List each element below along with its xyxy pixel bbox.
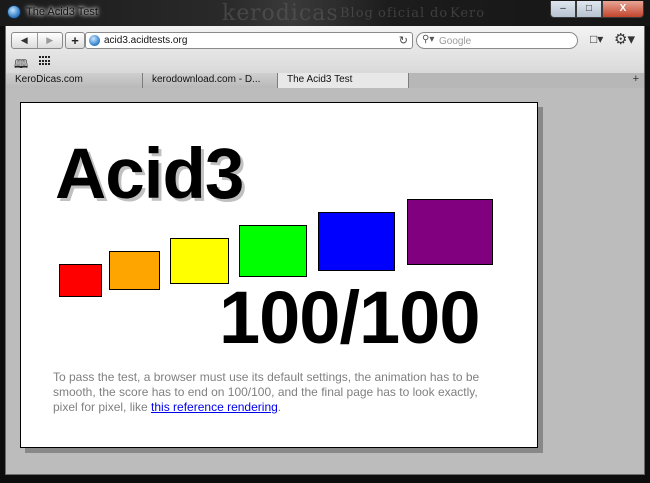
background-word: do xyxy=(430,6,449,21)
acid3-page: Acid3 100/100 To pass the test, a browse… xyxy=(20,102,538,448)
maximize-button[interactable]: □ xyxy=(576,1,602,18)
background-word: Kero xyxy=(450,6,486,21)
search-icon[interactable]: ⚲▾ xyxy=(422,34,434,45)
back-button[interactable]: ◀ xyxy=(12,33,37,48)
description-end: . xyxy=(277,400,282,414)
minimize-button[interactable]: ‒ xyxy=(550,1,576,18)
browser-toolbar: ◀ ▶ + acid3.acidtests.org ↻ ⚲▾ □▾ ⚙▾ 🕮 xyxy=(5,26,645,73)
background-word: ke xyxy=(222,1,251,26)
url-text[interactable]: acid3.acidtests.org xyxy=(104,35,187,46)
globe-icon xyxy=(89,35,100,46)
search-bar[interactable]: ⚲▾ xyxy=(416,32,578,49)
reference-rendering-link[interactable]: this reference rendering xyxy=(151,400,278,414)
address-bar[interactable]: acid3.acidtests.org ↻ xyxy=(85,32,413,49)
add-bookmark-button[interactable]: + xyxy=(65,32,85,49)
reload-icon[interactable]: ↻ xyxy=(399,34,408,47)
gear-icon[interactable]: ⚙▾ xyxy=(614,30,635,48)
acid3-score: 100/100 xyxy=(219,276,480,359)
background-word: oficial xyxy=(378,6,426,21)
test-box-red xyxy=(59,264,102,297)
acid3-description: To pass the test, a browser must use its… xyxy=(53,370,501,415)
browser-logo-icon xyxy=(7,5,21,19)
close-button[interactable]: X xyxy=(602,1,644,18)
test-box-orange xyxy=(109,251,160,290)
page-menu-icon[interactable]: □▾ xyxy=(590,32,603,46)
title-bar: The Acid3 Test ke rodicas Blog oficial d… xyxy=(0,0,650,26)
background-word: Blog xyxy=(340,6,374,21)
new-tab-button[interactable]: + xyxy=(633,73,639,85)
acid3-title: Acid3 xyxy=(55,135,244,214)
window-title: The Acid3 Test xyxy=(26,6,98,18)
forward-button[interactable]: ▶ xyxy=(36,33,63,48)
tab-kerodownload[interactable]: kerodownload.com - D... xyxy=(143,73,278,88)
navigation-buttons: ◀ ▶ xyxy=(11,32,63,49)
background-word: rodicas xyxy=(250,1,339,26)
search-input[interactable] xyxy=(439,35,574,47)
tab-strip: KeroDicas.com kerodownload.com - D... Th… xyxy=(5,73,645,88)
test-box-blue xyxy=(318,212,395,271)
tab-kerodicas[interactable]: KeroDicas.com xyxy=(6,73,143,88)
tab-acid3[interactable]: The Acid3 Test xyxy=(278,73,409,88)
page-viewport: Acid3 100/100 To pass the test, a browse… xyxy=(5,88,645,475)
test-box-green xyxy=(239,225,307,277)
test-box-purple xyxy=(407,199,493,265)
window-controls: ‒ □ X xyxy=(550,1,644,18)
top-sites-grid-icon[interactable] xyxy=(39,56,51,66)
